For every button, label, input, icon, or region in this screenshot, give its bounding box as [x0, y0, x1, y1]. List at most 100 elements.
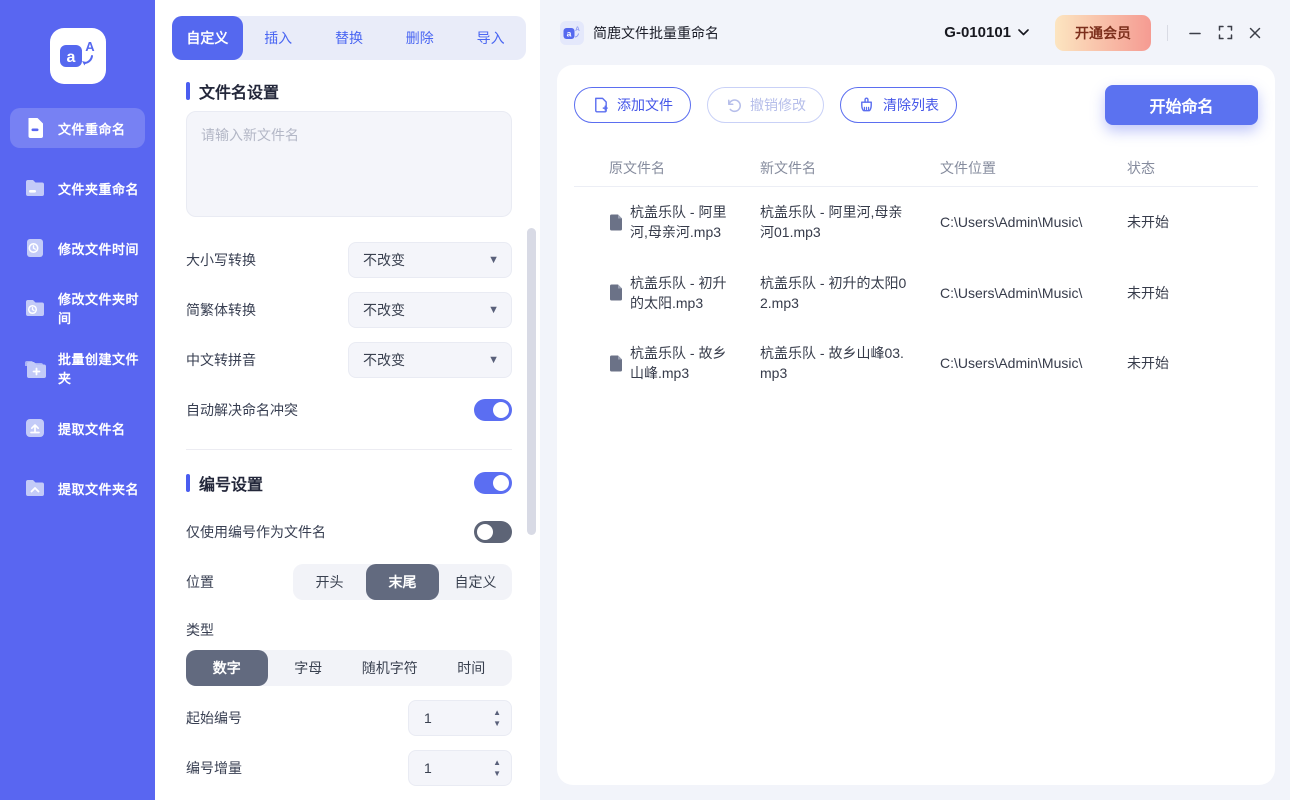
stepper-up-icon[interactable]: ▲: [493, 758, 501, 767]
pinyin-convert-value: 不改变: [363, 352, 405, 368]
stepper-up-icon[interactable]: ▲: [493, 708, 501, 717]
file-location: C:\Users\Admin\Music\: [940, 284, 1083, 301]
chevron-down-icon: ▼: [488, 254, 499, 266]
type-option-number[interactable]: 数字: [186, 650, 268, 686]
minimize-button[interactable]: [1180, 18, 1210, 48]
type-option-random[interactable]: 随机字符: [349, 650, 431, 686]
sidebar-item-file-rename[interactable]: 文件重命名: [10, 108, 145, 148]
svg-text:A: A: [85, 39, 95, 54]
conflict-label: 自动解决命名冲突: [186, 402, 298, 418]
position-option-custom[interactable]: 自定义: [439, 564, 512, 600]
start-number-label: 起始编号: [186, 710, 242, 726]
titlebar-app-icon: a A: [560, 20, 584, 45]
open-vip-button[interactable]: 开通会员: [1055, 14, 1151, 51]
pinyin-convert-label: 中文转拼音: [186, 352, 256, 368]
section-accent-bar: [186, 474, 190, 492]
undo-icon: [728, 98, 741, 112]
original-name: 杭盖乐队 - 初升的太阳.mp3: [630, 274, 727, 311]
original-name: 杭盖乐队 - 故乡山峰.mp3: [630, 345, 727, 382]
close-button[interactable]: [1240, 18, 1270, 48]
sidebar-item-folder-rename[interactable]: 文件夹重命名: [10, 168, 145, 208]
section-accent-bar: [186, 82, 190, 100]
type-label: 类型: [186, 622, 214, 638]
sidebar-item-folder-time[interactable]: 修改文件夹时间: [10, 288, 145, 328]
case-convert-value: 不改变: [363, 252, 405, 268]
type-option-letter[interactable]: 字母: [268, 650, 350, 686]
numbering-header: 编号设置: [186, 468, 512, 498]
maximize-button[interactable]: [1210, 18, 1240, 48]
original-name: 杭盖乐队 - 阿里河,母亲河.mp3: [630, 204, 727, 241]
main-area: a A 简鹿文件批量重命名 G-010101 开通会员 添加文件 撤销修改 清除…: [540, 0, 1290, 800]
position-segmented: 开头 末尾 自定义: [293, 564, 512, 600]
svg-text:a: a: [66, 49, 75, 66]
add-file-icon: [595, 97, 608, 113]
version-dropdown[interactable]: G-010101: [944, 24, 1029, 41]
close-icon: [1249, 27, 1261, 38]
file-location: C:\Users\Admin\Music\: [940, 214, 1083, 231]
traditional-convert-select[interactable]: 不改变 ▼: [348, 292, 512, 328]
sidebar-item-label: 文件夹重命名: [58, 181, 140, 197]
sidebar-item-file-time[interactable]: 修改文件时间: [10, 228, 145, 268]
clear-list-label: 清除列表: [883, 97, 939, 113]
only-number-toggle[interactable]: [474, 521, 512, 543]
case-convert-label: 大小写转换: [186, 252, 256, 268]
minimize-icon: [1189, 32, 1201, 34]
position-option-end[interactable]: 末尾: [366, 564, 439, 600]
sidebar-item-batch-create-folder[interactable]: 批量创建文件夹: [10, 348, 145, 388]
svg-text:A: A: [575, 26, 580, 33]
case-convert-select[interactable]: 不改变 ▼: [348, 242, 512, 278]
increment-label: 编号增量: [186, 760, 242, 776]
undo-button[interactable]: 撤销修改: [707, 87, 824, 123]
conflict-toggle[interactable]: [474, 399, 512, 421]
start-number-stepper[interactable]: 1 ▲ ▼: [408, 700, 512, 736]
folder-create-icon: [25, 361, 46, 378]
titlebar-divider: [1167, 24, 1168, 41]
chevron-down-icon: ▼: [488, 354, 499, 366]
start-rename-button[interactable]: 开始命名: [1105, 85, 1258, 125]
table-row[interactable]: 杭盖乐队 - 故乡山峰.mp3 杭盖乐队 - 故乡山峰03.mp3 C:\Use…: [574, 328, 1258, 399]
table-row[interactable]: 杭盖乐队 - 阿里河,母亲河.mp3 杭盖乐队 - 阿里河,母亲河01.mp3 …: [574, 187, 1258, 258]
file-list-card: 添加文件 撤销修改 清除列表 开始命名 原文件名 新文件名 文件位置 状态 杭盖…: [557, 65, 1275, 785]
extract-folder-icon: [26, 480, 44, 496]
clear-list-button[interactable]: 清除列表: [840, 87, 957, 123]
sidebar-item-label: 批量创建文件夹: [58, 352, 140, 386]
tab-replace[interactable]: 替换: [314, 16, 385, 60]
file-time-icon: [27, 239, 43, 257]
panel-scrollbar[interactable]: [527, 228, 536, 535]
sidebar-item-extract-foldername[interactable]: 提取文件夹名: [10, 468, 145, 508]
header-original-name: 原文件名: [609, 159, 665, 176]
increment-value: 1: [424, 760, 432, 776]
header-status: 状态: [1127, 159, 1155, 176]
numbering-title: 编号设置: [199, 477, 264, 494]
sidebar-item-label: 修改文件夹时间: [58, 292, 140, 326]
header-location: 文件位置: [940, 159, 996, 176]
section-title: 文件名设置: [199, 85, 280, 102]
tab-custom[interactable]: 自定义: [172, 16, 243, 60]
table-row[interactable]: 杭盖乐队 - 初升的太阳.mp3 杭盖乐队 - 初升的太阳02.mp3 C:\U…: [574, 258, 1258, 329]
new-filename-input[interactable]: [186, 111, 512, 217]
increment-stepper[interactable]: 1 ▲ ▼: [408, 750, 512, 786]
settings-panel: 自定义 插入 替换 删除 导入 文件名设置 大小写转换 不改变 ▼ 简繁体转换 …: [155, 0, 540, 800]
position-option-start[interactable]: 开头: [293, 564, 366, 600]
chevron-down-icon: ▼: [488, 304, 499, 316]
sidebar-item-extract-filename[interactable]: 提取文件名: [10, 408, 145, 448]
stepper-down-icon[interactable]: ▼: [493, 719, 501, 728]
app-title: 简鹿文件批量重命名: [593, 24, 719, 41]
type-option-time[interactable]: 时间: [431, 650, 513, 686]
file-icon: [610, 355, 622, 372]
add-file-button[interactable]: 添加文件: [574, 87, 691, 123]
only-number-label: 仅使用编号作为文件名: [186, 524, 326, 540]
tab-delete[interactable]: 删除: [384, 16, 455, 60]
numbering-toggle[interactable]: [474, 472, 512, 494]
pinyin-convert-select[interactable]: 不改变 ▼: [348, 342, 512, 378]
status-text: 未开始: [1127, 284, 1169, 301]
tab-import[interactable]: 导入: [455, 16, 526, 60]
tab-insert[interactable]: 插入: [243, 16, 314, 60]
folder-rename-icon: [26, 180, 44, 196]
position-row: 位置 开头 末尾 自定义: [186, 564, 512, 600]
sidebar-nav: 文件重命名 文件夹重命名 修改文件时间 修改文件夹时间 批量创建文件夹 提取文件…: [0, 108, 155, 508]
app-logo: a A: [49, 28, 106, 84]
traditional-convert-label: 简繁体转换: [186, 302, 256, 318]
toggle-knob: [477, 524, 493, 540]
stepper-down-icon[interactable]: ▼: [493, 769, 501, 778]
